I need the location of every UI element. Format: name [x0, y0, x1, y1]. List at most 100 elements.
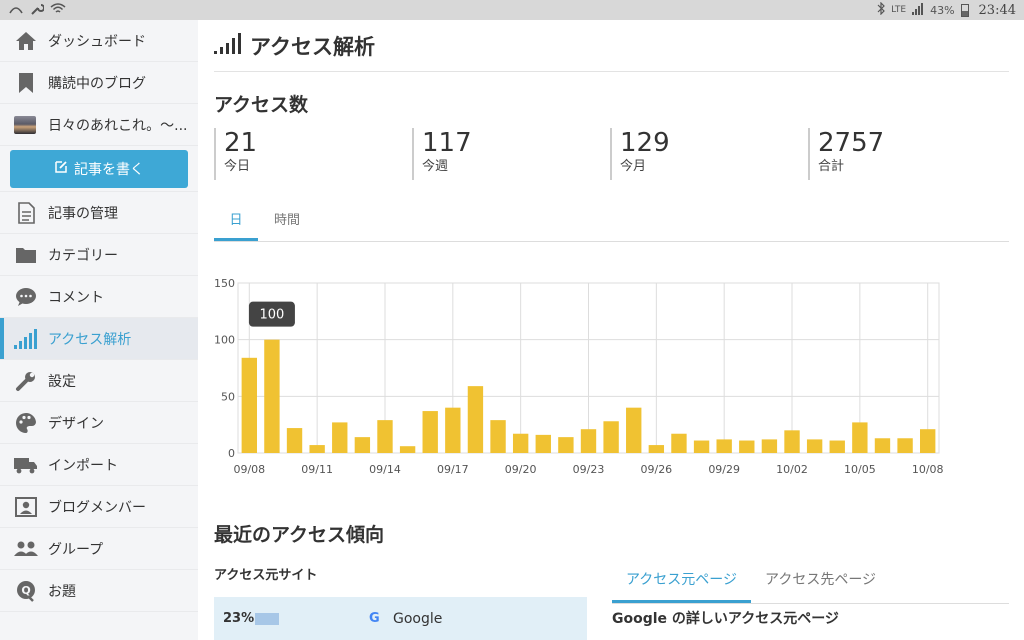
sidebar-item-label: カテゴリー — [48, 247, 118, 264]
bar — [445, 407, 461, 453]
bar — [626, 407, 642, 453]
source-row[interactable]: 23% G Google — [214, 597, 587, 640]
bar — [806, 439, 823, 453]
recent-title: 最近のアクセス傾向 — [214, 524, 385, 546]
source-percent: 23% — [223, 611, 255, 626]
tooltip-value: 100 — [260, 308, 285, 323]
y-tick-label: 50 — [221, 390, 235, 403]
sidebar-item-articles[interactable]: 記事の管理 — [0, 192, 198, 234]
referrer-tabs: アクセス元ページ アクセス先ページ — [612, 560, 1009, 604]
wifi-icon — [50, 2, 66, 18]
bar — [241, 357, 257, 453]
nfc-icon — [8, 3, 24, 18]
palette-icon — [14, 411, 38, 435]
sidebar-item-topics[interactable]: Q お題 — [0, 570, 198, 612]
battery-percent: 43% — [930, 3, 955, 17]
bar — [354, 437, 371, 453]
page-title: アクセス解析 — [250, 34, 375, 59]
bar — [309, 445, 325, 453]
bar-chart-icon — [14, 327, 38, 351]
sidebar-item-group[interactable]: グループ — [0, 528, 198, 570]
bar — [422, 411, 438, 453]
write-button-wrap: 記事を書く — [0, 146, 198, 192]
bar — [671, 433, 687, 453]
bluetooth-icon — [877, 1, 885, 18]
svg-text:Q: Q — [21, 584, 30, 597]
page-header: アクセス解析 — [214, 20, 1009, 72]
bar — [920, 429, 936, 453]
stat-value: 2757 — [818, 128, 885, 158]
stat-label: 今日 — [224, 159, 251, 174]
y-tick-label: 150 — [214, 277, 235, 290]
stat-label: 今月 — [620, 159, 647, 174]
wrench-status-icon — [30, 2, 45, 19]
x-tick-label: 09/20 — [505, 463, 537, 476]
signal-icon — [912, 2, 924, 18]
source-sites-title: アクセス元サイト — [214, 568, 318, 583]
tab-referrer-pages[interactable]: アクセス元ページ — [612, 560, 752, 603]
bookmark-icon — [14, 71, 38, 95]
sidebar-item-dashboard[interactable]: ダッシュボード — [0, 20, 198, 62]
bar — [829, 440, 845, 453]
sidebar-item-category[interactable]: カテゴリー — [0, 234, 198, 276]
y-tick-label: 0 — [228, 447, 235, 460]
bar — [399, 446, 416, 453]
referrer-detail-title: Google の詳しいアクセス元ページ — [612, 611, 839, 627]
sidebar-item-settings[interactable]: 設定 — [0, 360, 198, 402]
bar — [377, 420, 393, 453]
group-icon — [14, 537, 38, 561]
clock: 23:44 — [978, 2, 1016, 18]
sidebar-item-label: アクセス解析 — [48, 331, 132, 348]
write-article-label: 記事を書く — [74, 161, 144, 178]
sidebar-item-label: 設定 — [48, 373, 76, 390]
bar — [739, 440, 755, 453]
sidebar-item-label: お題 — [48, 583, 76, 600]
bar — [264, 339, 280, 453]
bar — [603, 421, 619, 453]
tab-hour[interactable]: 時間 — [258, 206, 316, 241]
question-icon: Q — [14, 579, 38, 603]
x-tick-label: 09/29 — [708, 463, 740, 476]
bar — [716, 439, 732, 453]
sidebar-item-members[interactable]: ブログメンバー — [0, 486, 198, 528]
sidebar-item-label: コメント — [48, 289, 104, 306]
bar — [852, 422, 868, 453]
bar — [897, 438, 913, 453]
x-tick-label: 10/02 — [776, 463, 808, 476]
stat-value: 117 — [422, 128, 472, 158]
network-type: LTE — [891, 5, 907, 15]
truck-icon — [14, 453, 38, 477]
comment-icon — [14, 285, 38, 309]
sidebar-item-label: ブログメンバー — [48, 499, 146, 516]
x-tick-label: 10/05 — [844, 463, 876, 476]
wrench-icon — [14, 369, 38, 393]
stat-month: 129 今月 — [610, 128, 808, 180]
x-tick-label: 10/08 — [912, 463, 944, 476]
main-content: アクセス解析 アクセス数 21 今日 117 今週 129 今月 2757 合計… — [214, 20, 1009, 640]
sidebar-item-subscriptions[interactable]: 購読中のブログ — [0, 62, 198, 104]
sidebar-item-label: ダッシュボード — [48, 33, 146, 50]
sidebar-item-comments[interactable]: コメント — [0, 276, 198, 318]
sidebar-item-label: デザイン — [48, 415, 104, 432]
section-title: アクセス数 — [214, 94, 309, 116]
tab-day[interactable]: 日 — [214, 206, 258, 241]
bar — [761, 439, 778, 453]
sidebar-item-blog[interactable]: 日々のあれこれ。～... — [0, 104, 198, 146]
sidebar: ダッシュボード 購読中のブログ 日々のあれこれ。～... 記事を書く 記事の管理… — [0, 20, 198, 640]
stat-total: 2757 合計 — [808, 128, 1006, 180]
x-tick-label: 09/14 — [369, 463, 401, 476]
tab-destination-pages[interactable]: アクセス先ページ — [751, 560, 890, 603]
member-icon — [14, 495, 38, 519]
source-name: Google — [393, 610, 443, 627]
sidebar-item-import[interactable]: インポート — [0, 444, 198, 486]
sidebar-item-design[interactable]: デザイン — [0, 402, 198, 444]
edit-icon — [54, 160, 68, 178]
sidebar-item-label: グループ — [48, 541, 104, 558]
battery-icon — [960, 3, 969, 17]
document-icon — [14, 201, 38, 225]
write-article-button[interactable]: 記事を書く — [10, 149, 188, 188]
stat-value: 129 — [620, 128, 670, 158]
bar — [558, 437, 574, 453]
stats-summary: 21 今日 117 今週 129 今月 2757 合計 — [214, 128, 1009, 180]
sidebar-item-analytics[interactable]: アクセス解析 — [0, 318, 198, 360]
